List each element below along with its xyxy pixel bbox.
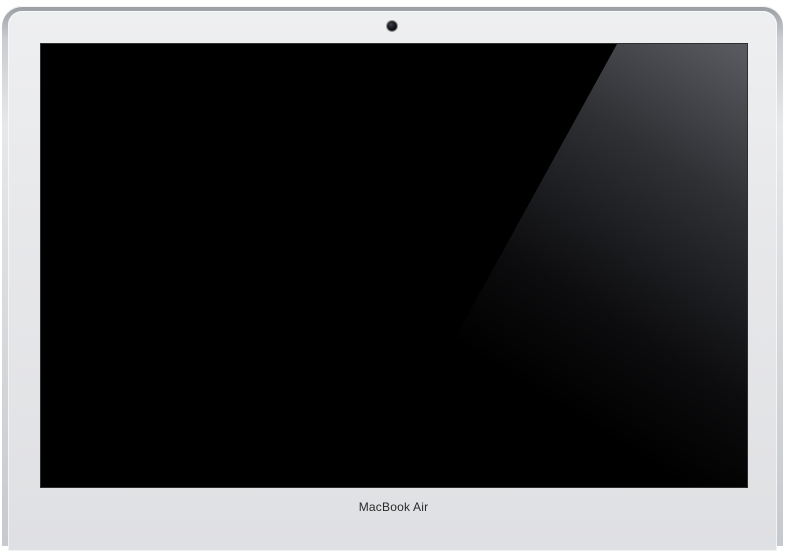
display-screen (41, 44, 747, 487)
brand-label: MacBook Air (358, 500, 429, 514)
screen-glare (373, 44, 747, 487)
camera-icon (387, 21, 397, 31)
